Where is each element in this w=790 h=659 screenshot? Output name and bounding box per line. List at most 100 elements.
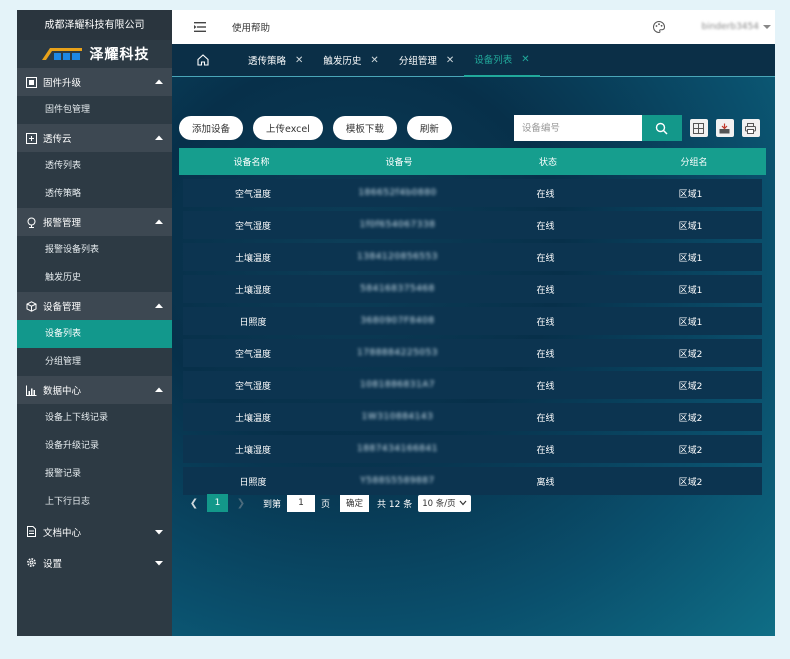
column-toggle-button[interactable] <box>689 119 708 137</box>
refresh-button[interactable]: 刷新 <box>406 116 452 140</box>
chevron-down-icon[interactable] <box>763 24 771 30</box>
cell-status: 在线 <box>536 381 555 392</box>
cell-device-name: 土壤湿度 <box>235 445 272 456</box>
menu-group-header[interactable]: 文档中心 <box>17 516 172 547</box>
sidebar-item[interactable]: 分组管理 <box>17 348 172 376</box>
sidebar-item[interactable]: 设备列表 <box>17 320 172 348</box>
cell-device-name: 土壤湿度 <box>235 285 272 296</box>
menu-group-header[interactable]: 设备管理 <box>17 292 172 320</box>
table-row[interactable]: 空气温度 186652f4b0880 在线 区域1 <box>183 179 762 207</box>
cell-device-id: 3680907F8408 <box>360 316 435 326</box>
table-row[interactable]: 空气湿度 1f0f654067338 在线 区域1 <box>183 211 762 239</box>
main-content: 透传策略 ✕ 触发历史 ✕ 分组管理 ✕ 设备列表 ✕ 添加设备 上传excel 模板下… <box>172 44 775 636</box>
table-row[interactable]: 土壤温度 1W310884143 在线 区域2 <box>183 403 762 431</box>
cell-device-id: 1081886831A7 <box>359 380 436 390</box>
cell-status: 在线 <box>536 189 555 200</box>
add-device-button[interactable]: 添加设备 <box>179 116 244 140</box>
menu-group-label: 报警管理 <box>43 218 82 229</box>
search-input[interactable] <box>513 115 642 141</box>
cell-status: 在线 <box>536 221 555 232</box>
table-row[interactable]: 空气湿度 1081886831A7 在线 区域2 <box>183 371 762 399</box>
caret-down-icon <box>155 529 163 534</box>
sidebar-item[interactable]: 透传策略 <box>17 180 172 208</box>
menu-group-label: 文档中心 <box>43 527 82 539</box>
table-row[interactable]: 土壤湿度 584168375468 在线 区域1 <box>183 275 762 303</box>
menu-group-label: 设置 <box>43 558 63 570</box>
menu-group: 透传云 透传列表 透传策略 <box>17 124 172 208</box>
next-page-icon[interactable]: ❯ <box>235 497 247 509</box>
caret-down-icon <box>155 560 163 565</box>
firmware-icon <box>25 76 37 88</box>
table-row[interactable]: 日照度 3680907F8408 在线 区域1 <box>183 307 762 335</box>
cell-device-id: 1384120856553 <box>357 252 438 262</box>
confirm-button[interactable]: 确定 <box>340 494 370 512</box>
menu-group-header[interactable]: 透传云 <box>17 124 172 152</box>
header-device-id[interactable]: 设备号 <box>324 155 474 168</box>
prev-page-icon[interactable]: ❮ <box>188 497 200 509</box>
alarm-icon <box>25 216 37 228</box>
cell-device-id: 1W310884143 <box>361 412 434 422</box>
menu-group-header[interactable]: 固件升级 <box>17 68 172 96</box>
user-name[interactable]: binderb3454 <box>702 22 760 32</box>
page-size-select[interactable]: 10 条/页 <box>418 494 471 512</box>
cell-status: 在线 <box>536 317 555 328</box>
template-download-button[interactable]: 模板下载 <box>332 116 397 140</box>
cell-device-id: 1887434166841 <box>357 444 438 454</box>
search-button[interactable] <box>641 115 682 141</box>
brand-name: 泽耀科技 <box>89 47 150 63</box>
menu-group-header[interactable]: 数据中心 <box>17 376 172 404</box>
sidebar-item[interactable]: 透传列表 <box>17 152 172 180</box>
menu-group: 文档中心 <box>17 516 172 547</box>
sidebar-item[interactable]: 设备升级记录 <box>17 432 172 460</box>
close-icon[interactable]: ✕ <box>446 55 454 66</box>
cell-device-id: 584168375468 <box>360 284 435 294</box>
menu-group-header[interactable]: 报警管理 <box>17 208 172 236</box>
home-icon[interactable] <box>196 53 210 67</box>
sidebar-item[interactable]: 报警设备列表 <box>17 236 172 264</box>
tab-label: 触发历史 <box>323 56 362 67</box>
table-row[interactable]: 空气温度 1788884225053 在线 区域2 <box>183 339 762 367</box>
print-button[interactable] <box>741 119 760 137</box>
pagination: ❮ 1 ❯ 到第 页 确定 共 12 条 10 条/页 <box>188 494 471 512</box>
menu-group-header[interactable]: 设置 <box>17 547 172 578</box>
page-jump-input[interactable] <box>287 494 316 512</box>
sidebar-item[interactable]: 触发历史 <box>17 264 172 292</box>
menu-group: 固件升级 固件包管理 <box>17 68 172 124</box>
tab-group-management[interactable]: 分组管理 ✕ <box>389 44 464 77</box>
upload-excel-button[interactable]: 上传excel <box>253 116 323 140</box>
caret-up-icon <box>155 79 163 84</box>
tab-label: 分组管理 <box>398 56 437 67</box>
page-number-current[interactable]: 1 <box>207 494 228 512</box>
palette-icon[interactable] <box>652 20 666 34</box>
close-icon[interactable]: ✕ <box>521 54 529 65</box>
sidebar: 成都泽耀科技有限公司 泽耀科技 固件升级 固件包管理 透传云 透传列表 透传策略 报警管理… <box>17 10 172 636</box>
tab-label: 透传策略 <box>248 56 287 67</box>
tab-home[interactable] <box>172 44 238 77</box>
table-body: 空气温度 186652f4b0880 在线 区域1 空气湿度 1f0f654067338 在… <box>179 179 766 495</box>
cell-group-name: 区域2 <box>678 477 703 488</box>
sidebar-item[interactable]: 上下行日志 <box>17 488 172 516</box>
tab-trigger-history[interactable]: 触发历史 ✕ <box>313 44 388 77</box>
cell-status: 在线 <box>536 349 555 360</box>
sidebar-item[interactable]: 报警记录 <box>17 460 172 488</box>
table-header: 设备名称 设备号 状态 分组名 <box>179 148 766 175</box>
close-icon[interactable]: ✕ <box>370 55 378 66</box>
cell-group-name: 区域1 <box>678 317 703 328</box>
table-row[interactable]: 土壤湿度 1887434166841 在线 区域2 <box>183 435 762 463</box>
menu-toggle-icon[interactable] <box>194 21 210 33</box>
help-link[interactable]: 使用帮助 <box>232 20 270 34</box>
table-row[interactable]: 日照度 Y588S5589887 离线 区域2 <box>183 467 762 495</box>
sidebar-item[interactable]: 固件包管理 <box>17 96 172 124</box>
table-row[interactable]: 土壤温度 1384120856553 在线 区域1 <box>183 243 762 271</box>
export-button[interactable] <box>715 119 734 137</box>
tab-pass-through-policy[interactable]: 透传策略 ✕ <box>238 44 313 77</box>
sidebar-item[interactable]: 设备上下线记录 <box>17 404 172 432</box>
goto-label: 到第 <box>263 499 282 510</box>
close-icon[interactable]: ✕ <box>295 55 303 66</box>
cell-device-name: 空气湿度 <box>235 381 272 392</box>
header-status[interactable]: 状态 <box>474 155 622 168</box>
tab-bar: 透传策略 ✕ 触发历史 ✕ 分组管理 ✕ 设备列表 ✕ <box>172 44 775 77</box>
header-group-name[interactable]: 分组名 <box>622 155 766 168</box>
header-device-name[interactable]: 设备名称 <box>179 155 324 168</box>
tab-device-list[interactable]: 设备列表 ✕ <box>464 44 540 77</box>
